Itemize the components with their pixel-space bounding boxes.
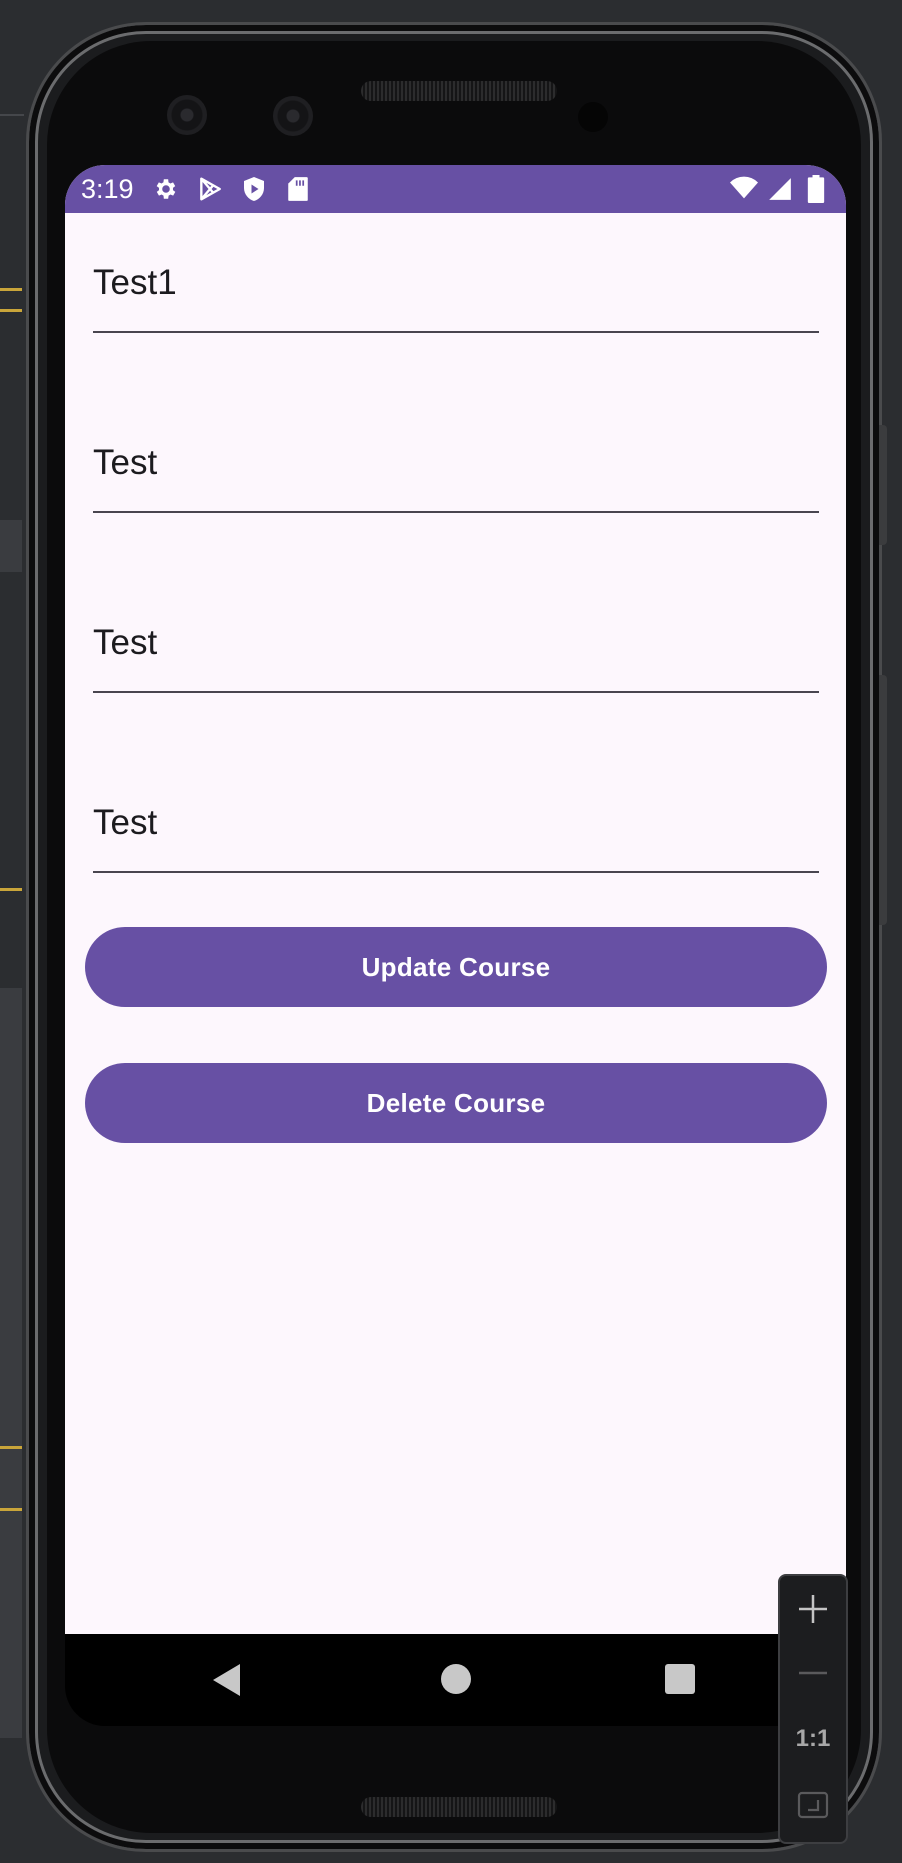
input-underline	[93, 331, 819, 333]
play-store-icon	[196, 175, 224, 203]
course-duration-field[interactable]: Test	[93, 393, 819, 513]
ide-panel-block	[0, 988, 22, 1738]
back-icon[interactable]	[213, 1664, 240, 1696]
ide-side-panel	[0, 0, 24, 1863]
course-description-field[interactable]: Test	[93, 753, 819, 873]
signal-icon	[766, 175, 794, 203]
status-time: 3:19	[81, 173, 134, 204]
course-tracks-value: Test	[93, 623, 158, 662]
navigation-bar	[65, 1634, 846, 1726]
front-camera-icon	[167, 95, 207, 135]
plus-icon[interactable]	[780, 1576, 846, 1642]
volume-button[interactable]	[879, 425, 887, 545]
divider	[0, 114, 24, 116]
system-status-icons	[730, 175, 830, 203]
front-sensor-icon	[273, 96, 313, 136]
battery-icon	[802, 175, 830, 203]
notification-icons	[152, 175, 312, 203]
actual-size-label: 1:1	[795, 1725, 831, 1752]
actual-size-button[interactable]: 1:1	[780, 1706, 846, 1772]
input-underline	[93, 871, 819, 873]
update-course-button[interactable]: Update Course	[85, 927, 827, 1007]
code-marker	[0, 288, 22, 291]
proximity-sensor-icon	[578, 102, 608, 132]
input-underline	[93, 691, 819, 693]
code-marker	[0, 1508, 22, 1511]
course-name-field[interactable]: Test1	[93, 213, 819, 333]
status-bar: 3:19	[65, 165, 846, 213]
code-marker	[0, 309, 22, 312]
emulator-window: 3:19 Test1 Test Test Test Update Course …	[0, 0, 902, 1863]
course-description-value: Test	[93, 803, 158, 842]
course-duration-value: Test	[93, 443, 158, 482]
bottom-speaker	[361, 1797, 557, 1817]
wifi-icon	[730, 175, 758, 203]
input-underline	[93, 511, 819, 513]
delete-course-button[interactable]: Delete Course	[85, 1063, 827, 1143]
zoom-toolbar: 1:1	[778, 1574, 848, 1844]
code-marker	[0, 888, 22, 891]
home-icon[interactable]	[441, 1664, 471, 1694]
course-name-value: Test1	[93, 263, 177, 302]
fit-screen-icon[interactable]	[780, 1772, 846, 1838]
device-screen: 3:19 Test1 Test Test Test Update Course …	[65, 165, 846, 1635]
course-tracks-field[interactable]: Test	[93, 573, 819, 693]
power-button[interactable]	[879, 675, 887, 925]
code-marker	[0, 1446, 22, 1449]
settings-icon	[152, 175, 180, 203]
sd-card-icon	[284, 175, 312, 203]
recents-icon[interactable]	[665, 1664, 695, 1694]
shield-icon	[240, 175, 268, 203]
minus-icon[interactable]	[780, 1640, 846, 1706]
ide-panel-block	[0, 520, 22, 572]
earpiece-speaker	[361, 81, 557, 101]
